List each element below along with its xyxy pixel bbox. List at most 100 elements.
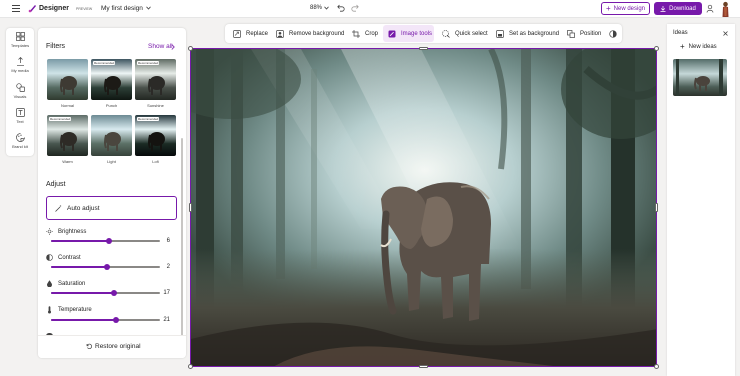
image-tools-panel: Filters Show all Normal Recommended Punc… <box>38 28 186 358</box>
temperature-value: 21 <box>163 317 170 323</box>
recommended-badge: Recommended <box>93 61 116 65</box>
resize-handle-top-right[interactable] <box>654 46 659 51</box>
recommended-badge: Recommended <box>49 117 72 121</box>
brand-kit-icon <box>15 133 25 142</box>
resize-handle-right[interactable] <box>655 203 658 212</box>
resize-handle-bottom-left[interactable] <box>188 364 193 369</box>
undo-icon[interactable] <box>337 4 345 12</box>
replace-label: Replace <box>246 30 269 37</box>
download-button[interactable]: Download <box>654 2 702 15</box>
elephant-thumbnail-icon <box>104 76 121 95</box>
adjust-title: Adjust <box>46 181 66 188</box>
recommended-badge: Recommended <box>137 117 160 121</box>
position-icon <box>567 29 575 38</box>
resize-handle-bottom[interactable] <box>419 365 428 368</box>
elephant-thumbnail-icon <box>60 76 77 95</box>
zoom-level[interactable]: 88% <box>310 5 322 11</box>
temperature-icon <box>48 306 51 314</box>
elephant-thumbnail-icon <box>60 132 77 151</box>
restore-original-button[interactable]: Restore original <box>86 341 141 351</box>
rail-item-brand-kit[interactable]: Brand kit <box>6 133 34 157</box>
share-icon[interactable] <box>706 4 714 13</box>
idea-thumbnail[interactable] <box>673 59 727 96</box>
crop-button[interactable]: Crop <box>352 24 378 43</box>
position-button[interactable]: Position <box>567 24 601 43</box>
elephant-photo <box>191 49 656 366</box>
filter-label: Lofi <box>152 159 159 164</box>
panel-scrollbar[interactable] <box>181 138 183 343</box>
filter-label: Normal <box>61 103 74 108</box>
saturation-icon <box>47 280 52 287</box>
image-tools-label: Image tools <box>401 30 433 37</box>
hamburger-menu-icon[interactable] <box>12 5 20 12</box>
recommended-badge: Recommended <box>137 61 160 65</box>
chevron-down-icon[interactable] <box>146 6 151 10</box>
rail-label: Templates <box>10 43 30 48</box>
saturation-slider-thumb[interactable] <box>111 290 118 296</box>
temperature-slider-thumb[interactable] <box>113 317 120 323</box>
image-tools-button[interactable]: Image tools <box>388 24 432 43</box>
set-as-background-button[interactable]: Set as background <box>496 24 559 43</box>
design-canvas[interactable] <box>190 48 657 367</box>
close-icon[interactable] <box>723 31 728 36</box>
brightness-value: 6 <box>166 238 170 244</box>
download-label: Download <box>669 5 696 12</box>
filter-thumb-light[interactable] <box>91 115 132 156</box>
new-design-label: New design <box>613 5 646 12</box>
filter-thumb-lofi[interactable]: Recommended <box>135 115 176 156</box>
resize-handle-top[interactable] <box>419 47 428 50</box>
filter-label: Punch <box>105 103 118 108</box>
image-tools-icon <box>388 30 396 37</box>
quick-select-label: Quick select <box>455 30 488 37</box>
quick-select-button[interactable]: Quick select <box>442 24 488 43</box>
replace-icon <box>233 29 241 38</box>
resize-handle-top-left[interactable] <box>188 46 193 51</box>
avatar[interactable] <box>720 1 731 17</box>
elephant-thumbnail-icon <box>148 132 165 151</box>
elephant-idea-icon <box>676 59 723 96</box>
contrast-icon <box>46 254 53 261</box>
download-icon <box>660 5 666 12</box>
zoom-chevron-down-icon[interactable] <box>324 6 329 10</box>
temperature-slider-fill <box>51 319 117 321</box>
saturation-label: Saturation <box>58 281 86 287</box>
my-media-icon <box>16 57 24 66</box>
top-bar: Designer PREVIEW My first design 88% + N… <box>0 0 740 18</box>
elephant-thumbnail-icon <box>104 132 121 151</box>
filter-thumb-sunshine[interactable]: Recommended <box>135 59 176 100</box>
filter-circle-button[interactable] <box>609 24 622 43</box>
restore-icon <box>86 343 92 349</box>
quick-select-icon <box>442 29 450 38</box>
rail-label: Text <box>16 119 24 124</box>
brightness-slider-thumb[interactable] <box>105 238 112 244</box>
filter-thumb-normal[interactable] <box>47 59 88 100</box>
rail-item-my-media[interactable]: My media <box>6 57 34 81</box>
new-design-button[interactable]: + New design <box>601 2 650 15</box>
designer-logo-icon <box>28 5 36 13</box>
rail-item-visuals[interactable]: Visuals <box>6 83 34 107</box>
resize-handle-left[interactable] <box>189 203 192 212</box>
new-ideas-button[interactable]: + New ideas <box>680 42 717 52</box>
brightness-slider-fill <box>51 240 109 242</box>
new-ideas-label: New ideas <box>688 44 717 50</box>
filter-label: Light <box>107 159 116 164</box>
resize-handle-bottom-right[interactable] <box>654 364 659 369</box>
filter-thumb-punch[interactable]: Recommended <box>91 59 132 100</box>
chevron-right-icon[interactable] <box>171 44 175 50</box>
auto-adjust-button[interactable]: Auto adjust <box>46 196 177 220</box>
filter-label: Warm <box>62 159 73 164</box>
rail-item-templates[interactable]: Templates <box>6 32 34 56</box>
document-title[interactable]: My first design <box>101 5 143 12</box>
rail-label: My media <box>11 68 29 73</box>
filter-circle-icon <box>609 29 617 38</box>
rail-item-text[interactable]: Text <box>6 108 34 132</box>
position-label: Position <box>580 30 602 37</box>
remove-background-button[interactable]: Remove background <box>276 24 344 43</box>
filter-thumb-warm[interactable]: Recommended <box>47 115 88 156</box>
plus-icon: + <box>680 42 685 51</box>
redo-icon[interactable] <box>351 4 359 12</box>
contrast-slider-thumb[interactable] <box>103 264 110 270</box>
contrast-value: 2 <box>166 264 170 270</box>
show-all-link[interactable]: Show all <box>148 43 173 50</box>
replace-button[interactable]: Replace <box>233 24 268 43</box>
